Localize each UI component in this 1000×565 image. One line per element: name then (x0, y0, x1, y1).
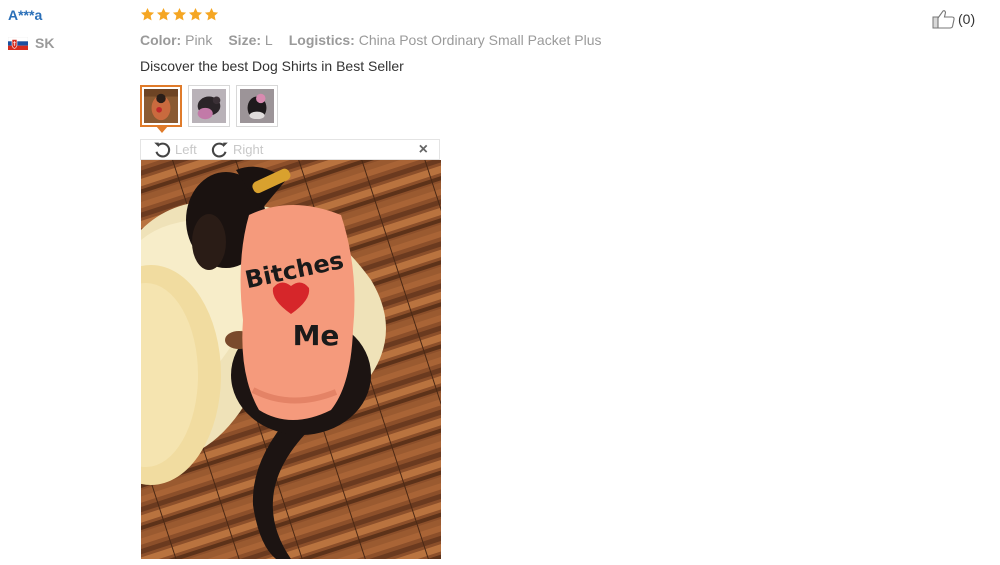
image-viewer-toolbar: Left Right × (140, 139, 440, 160)
active-thumbnail-pointer (156, 126, 168, 133)
order-attributes: Color: Pink Size: L Logistics: China Pos… (140, 32, 602, 48)
slovakia-flag-icon (8, 36, 28, 50)
attribute-size: Size: L (228, 32, 272, 48)
attribute-label: Size: (228, 32, 262, 48)
star-icon (140, 7, 155, 21)
attribute-color: Color: Pink (140, 32, 212, 48)
reviewer-country: SK (8, 35, 54, 51)
attribute-label: Color: (140, 32, 182, 48)
star-icon (188, 7, 203, 21)
rotate-left-button[interactable]: Left (151, 138, 197, 160)
photo-thumbnails (140, 85, 278, 133)
thumbnail-2[interactable] (188, 85, 230, 127)
dog-photo-1-icon (144, 89, 178, 123)
helpful-button[interactable]: (0) (932, 9, 975, 29)
rotate-left-label: Left (175, 141, 197, 157)
attribute-value: L (264, 32, 273, 48)
attribute-logistics: Logistics: China Post Ordinary Small Pac… (289, 32, 602, 48)
review-photo[interactable]: Bitches Me (141, 160, 441, 559)
dog-photo-3-icon (240, 89, 274, 123)
rotate-left-icon (154, 142, 171, 158)
thumbs-up-icon (932, 10, 955, 29)
dog-photo-2-icon (192, 89, 226, 123)
rating-stars (140, 7, 219, 22)
attribute-value: Pink (185, 32, 213, 48)
country-code: SK (35, 35, 55, 51)
thumbnail-1[interactable] (140, 85, 182, 133)
star-icon (156, 7, 171, 21)
attribute-value: China Post Ordinary Small Packet Plus (358, 32, 602, 48)
rotate-right-button[interactable]: Right (209, 138, 263, 160)
reviewer-name: A***a (8, 7, 43, 23)
close-viewer-button[interactable]: × (419, 141, 428, 159)
thumbnail-3[interactable] (236, 85, 278, 127)
star-icon (172, 7, 187, 21)
rotate-right-icon (211, 142, 228, 158)
shirt-text-bottom: Me (293, 319, 340, 352)
attribute-label: Logistics: (288, 32, 355, 48)
review-text: Discover the best Dog Shirts in Best Sel… (140, 58, 404, 74)
rotate-right-label: Right (233, 141, 264, 157)
star-icon (204, 7, 219, 21)
helpful-count: (0) (958, 11, 976, 27)
